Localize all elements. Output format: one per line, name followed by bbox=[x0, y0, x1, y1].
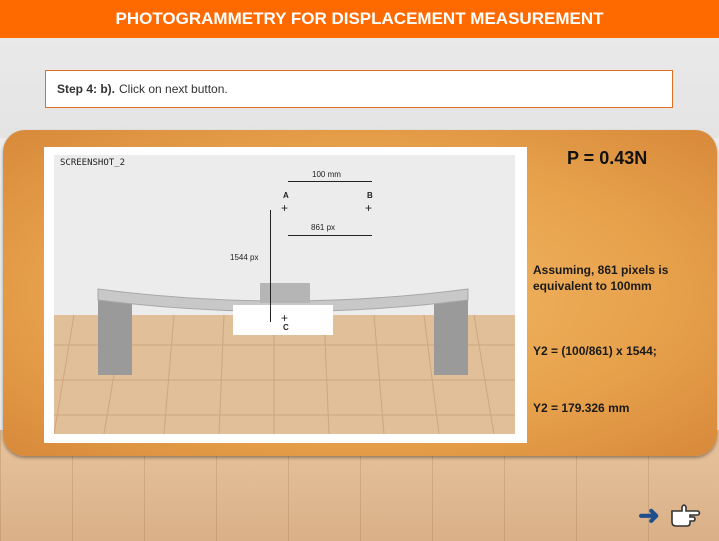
navigation-controls: ➜ bbox=[638, 498, 710, 532]
screenshot-image: SCREENSHOT_2 100 mm A B + + 861 px 1544 … bbox=[54, 155, 515, 434]
distance-mm-label: 100 mm bbox=[312, 170, 341, 179]
dimension-line-px bbox=[288, 235, 372, 236]
point-b-label: B bbox=[367, 191, 373, 200]
point-c-label: C bbox=[283, 323, 289, 332]
page-title: PHOTOGRAMMETRY FOR DISPLACEMENT MEASUREM… bbox=[0, 0, 719, 38]
point-a-marker: + bbox=[281, 201, 289, 215]
dimension-line-top bbox=[288, 181, 372, 182]
result-text: Y2 = 179.326 mm bbox=[533, 401, 630, 415]
arrow-right-icon[interactable]: ➜ bbox=[638, 502, 660, 528]
screenshot-label: SCREENSHOT_2 bbox=[60, 158, 126, 168]
instruction-box: Step 4: b). Click on next button. bbox=[45, 70, 673, 108]
load-value: P = 0.43N bbox=[567, 148, 648, 168]
point-b-marker: + bbox=[365, 201, 373, 215]
assumption-text: Assuming, 861 pixels is equivalent to 10… bbox=[533, 263, 669, 293]
point-a-label: A bbox=[283, 191, 289, 200]
screenshot-frame: SCREENSHOT_2 100 mm A B + + 861 px 1544 … bbox=[44, 147, 527, 443]
distance-px-label: 861 px bbox=[311, 223, 336, 232]
step-text: Click on next button. bbox=[119, 82, 228, 96]
title-text: PHOTOGRAMMETRY FOR DISPLACEMENT MEASUREM… bbox=[115, 9, 604, 28]
step-prefix: Step 4: b). bbox=[57, 82, 116, 96]
pointing-hand-icon[interactable] bbox=[668, 501, 702, 529]
formula-text: Y2 = (100/861) x 1544; bbox=[533, 344, 657, 358]
vertical-px-label: 1544 px bbox=[230, 253, 259, 262]
dimension-line-vertical bbox=[270, 210, 271, 322]
